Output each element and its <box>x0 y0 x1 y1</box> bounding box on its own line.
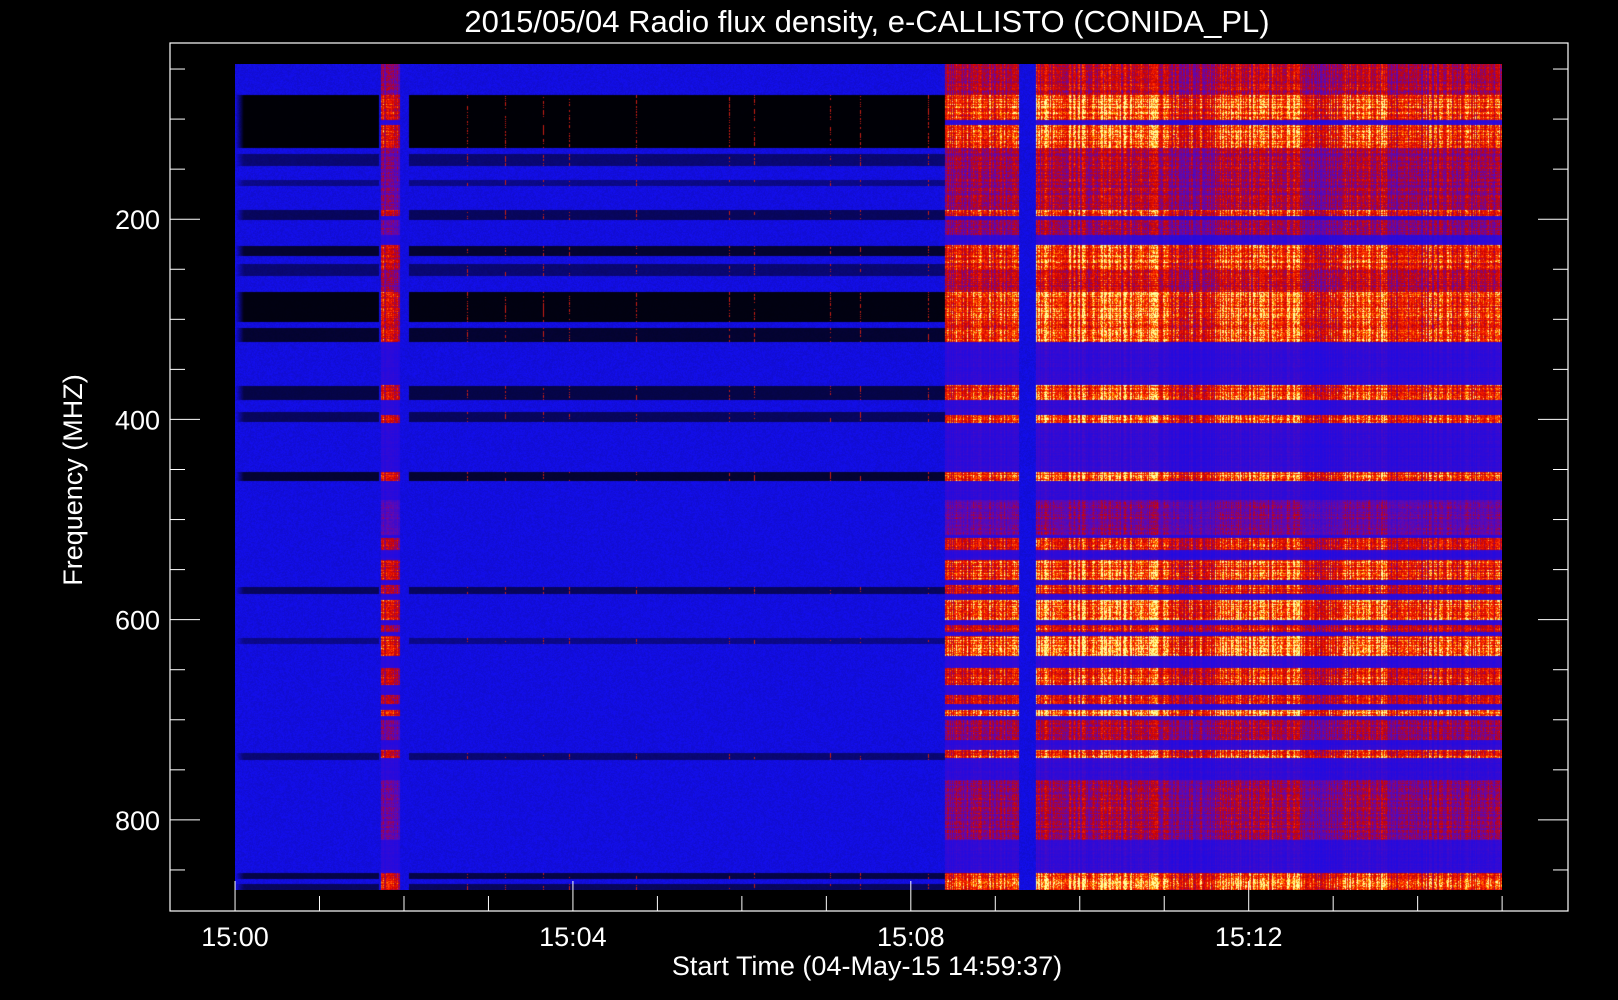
y-tick-label: 400 <box>115 405 160 435</box>
y-tick-label: 200 <box>115 205 160 235</box>
x-axis-title: Start Time (04-May-15 14:59:37) <box>672 951 1062 981</box>
chart-axes: 2015/05/04 Radio flux density, e-CALLIST… <box>58 4 1569 981</box>
plot-frame <box>169 42 1569 912</box>
x-tick-label: 15:04 <box>539 922 607 952</box>
y-tick-label: 800 <box>115 806 160 836</box>
x-tick-label: 15:08 <box>877 922 945 952</box>
y-tick-label: 600 <box>115 606 160 636</box>
chart-title: 2015/05/04 Radio flux density, e-CALLIST… <box>464 4 1269 39</box>
y-axis-title: Frequency (MHZ) <box>58 374 88 586</box>
x-tick-label: 15:12 <box>1215 922 1283 952</box>
axis-ticks: 15:00 15:04 15:08 15:12 200 400 600 800 <box>115 68 1568 952</box>
x-tick-label: 15:00 <box>201 922 269 952</box>
